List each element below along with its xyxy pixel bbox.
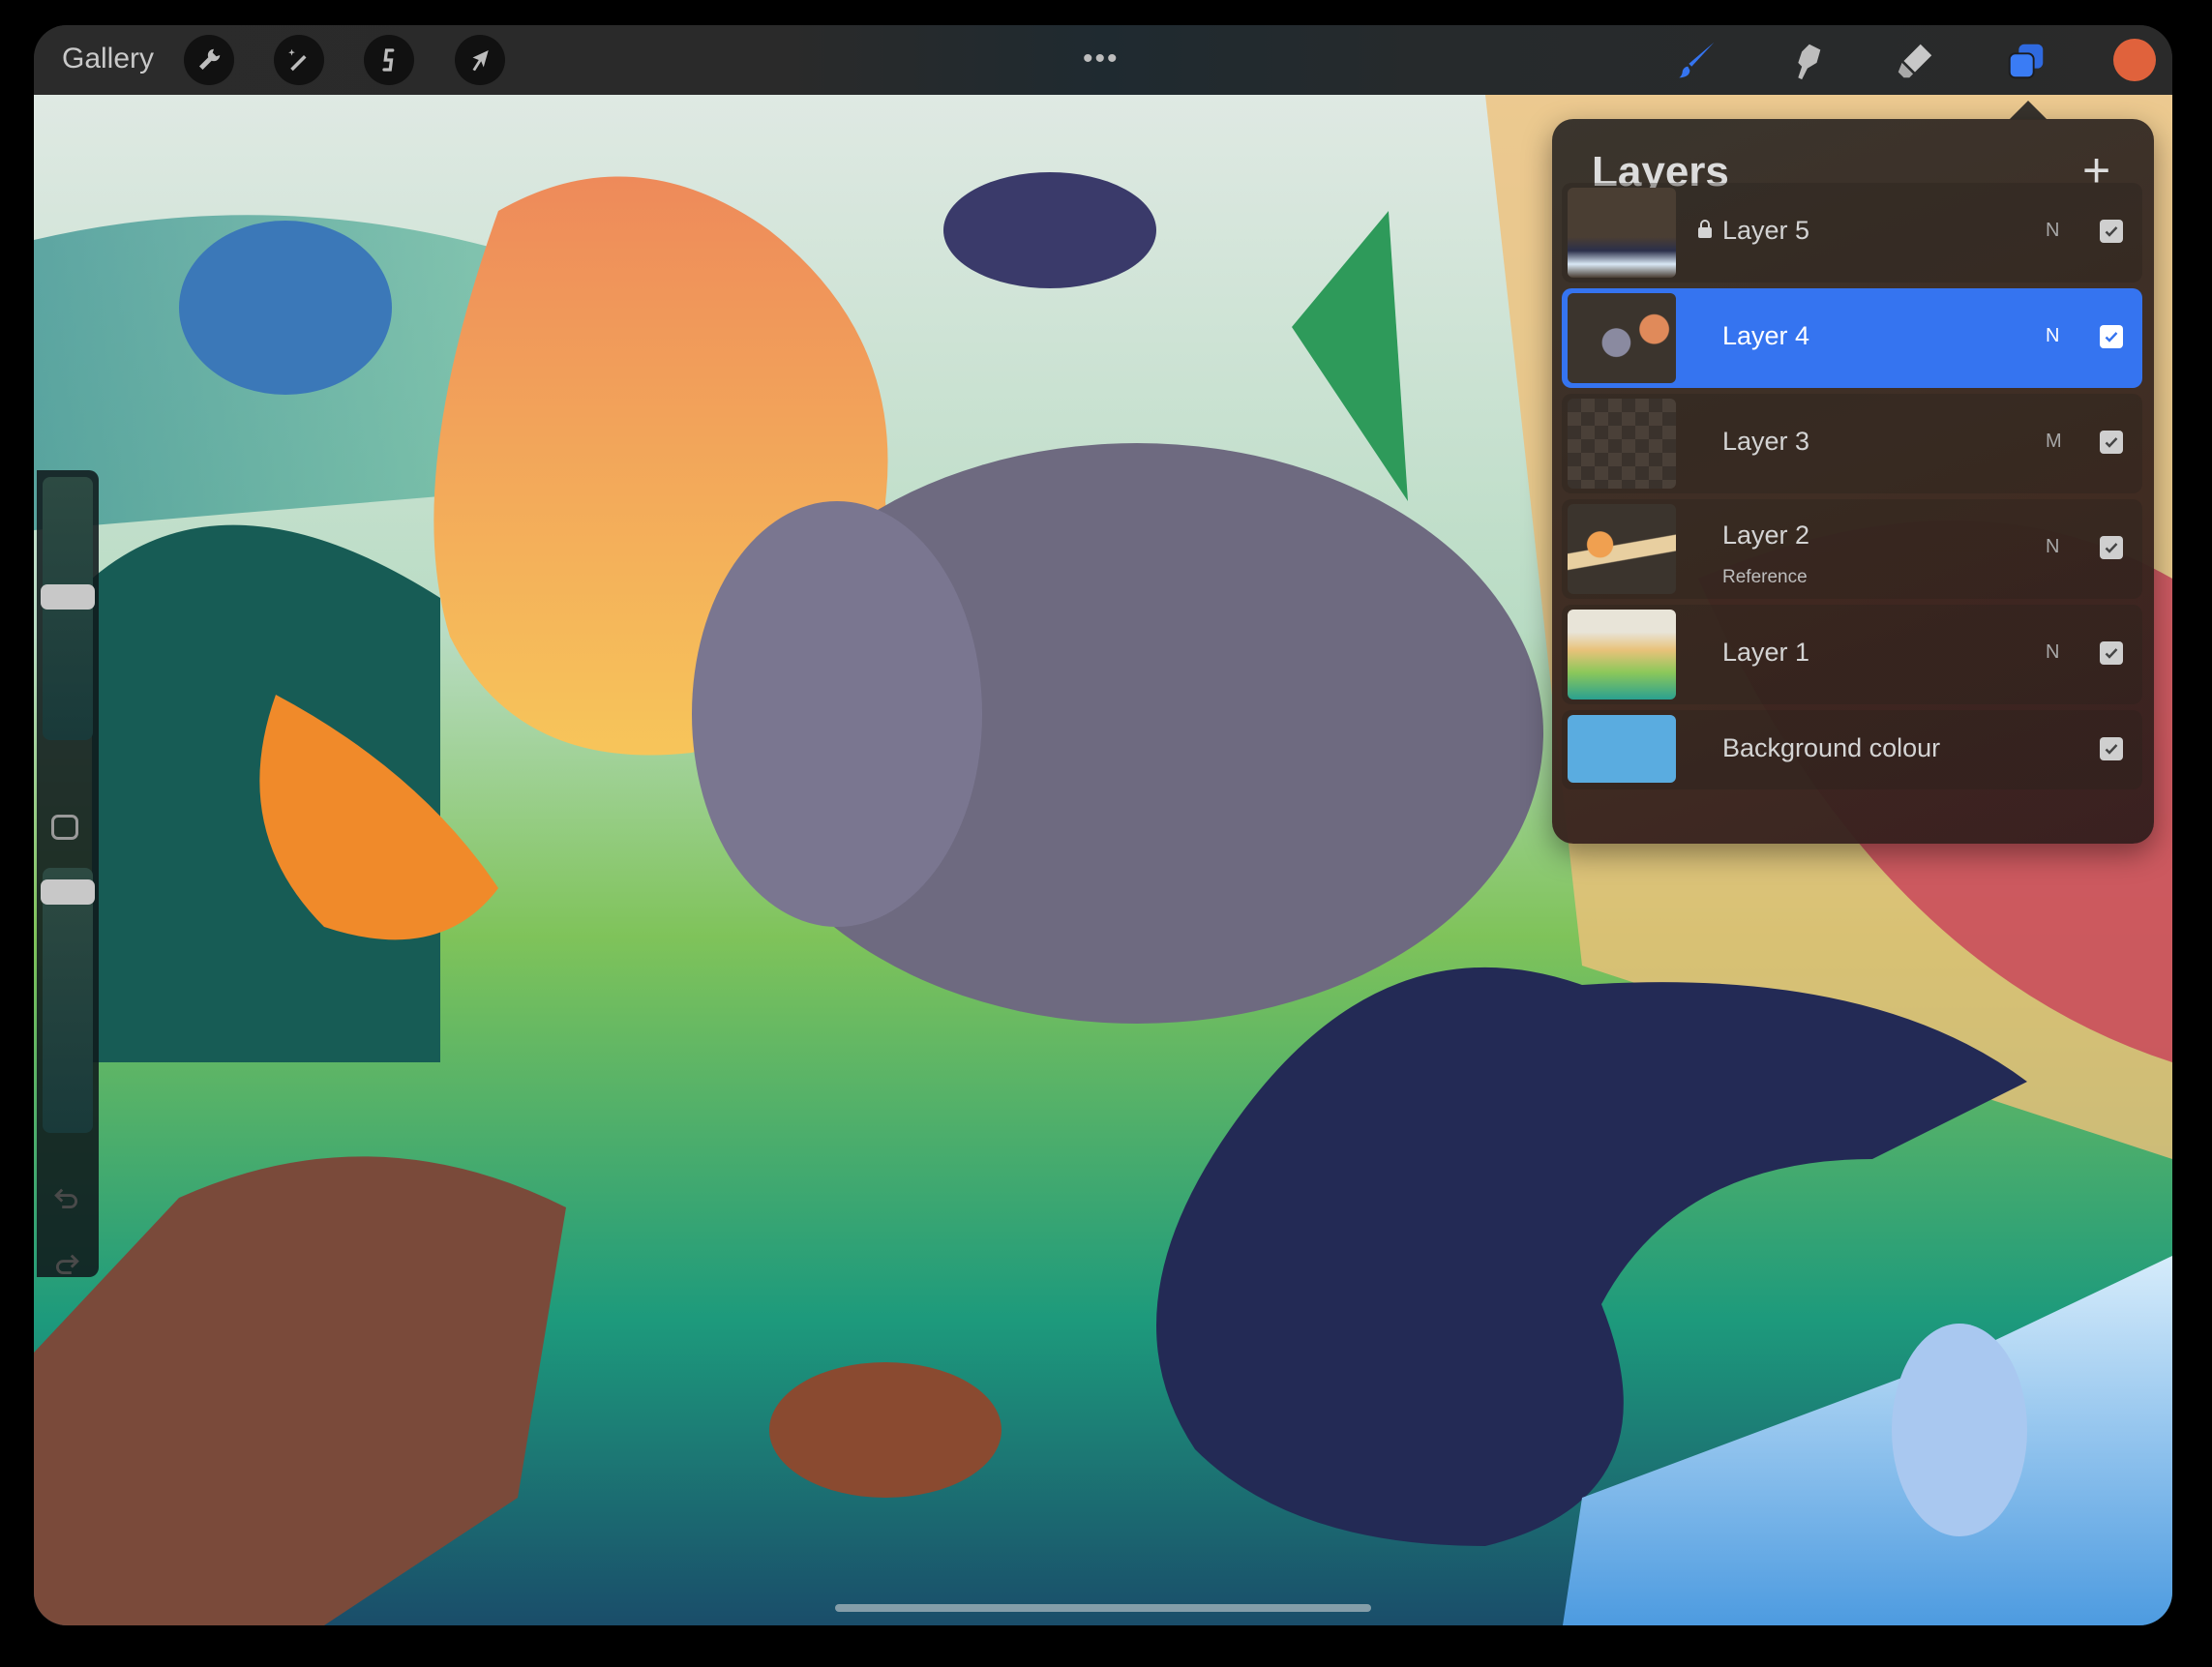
- opacity-handle[interactable]: [41, 879, 95, 906]
- layer-row[interactable]: Layer 5 N: [1562, 183, 2142, 283]
- layer-visibility-checkbox[interactable]: [2100, 536, 2123, 559]
- undo-icon[interactable]: [52, 1186, 81, 1209]
- layer-thumbnail[interactable]: [1568, 293, 1676, 383]
- selection-icon: [382, 48, 395, 72]
- procreate-window: Gallery ••• Layers + Layer 5 N Layer 4 N…: [34, 25, 2172, 1625]
- home-indicator[interactable]: [835, 1604, 1371, 1612]
- lock-icon: [1698, 220, 1712, 238]
- layer-visibility-checkbox[interactable]: [2100, 737, 2123, 760]
- eraser-icon: [1898, 44, 1932, 78]
- layer-thumbnail[interactable]: [1568, 504, 1676, 594]
- checkmark-icon: [2105, 332, 2118, 342]
- gallery-button[interactable]: Gallery: [62, 43, 154, 75]
- brush-button[interactable]: [1673, 37, 1721, 85]
- layer-thumbnail[interactable]: [1568, 188, 1676, 278]
- checkmark-icon: [2105, 744, 2118, 755]
- layers-button[interactable]: [2002, 37, 2050, 85]
- layer-name: Layer 1: [1722, 638, 1810, 667]
- adjustments-button[interactable]: [274, 35, 324, 85]
- layer-row[interactable]: Layer 2 Reference N: [1562, 499, 2142, 599]
- checkmark-icon: [2105, 226, 2118, 237]
- panel-pointer: [2009, 101, 2048, 120]
- layer-name: Layer 3: [1722, 427, 1810, 456]
- selection-button[interactable]: [364, 35, 414, 85]
- layer-thumbnail[interactable]: [1568, 610, 1676, 700]
- smudge-button[interactable]: [1781, 37, 1830, 85]
- brush-icon: [1678, 42, 1715, 78]
- layer-visibility-checkbox[interactable]: [2100, 641, 2123, 665]
- layer-visibility-checkbox[interactable]: [2100, 325, 2123, 348]
- background-colour-row[interactable]: Background colour: [1562, 710, 2142, 789]
- checkmark-icon: [2105, 543, 2118, 553]
- layer-thumbnail[interactable]: [1568, 399, 1676, 489]
- eraser-button[interactable]: [1891, 37, 1939, 85]
- color-picker-button[interactable]: [2113, 39, 2156, 81]
- layer-row[interactable]: Layer 3 M: [1562, 394, 2142, 493]
- layer-name: Background colour: [1722, 733, 1941, 762]
- layer-name: Layer 2: [1722, 521, 1810, 550]
- redo-icon[interactable]: [52, 1252, 81, 1275]
- magic-wand-icon: [288, 48, 307, 72]
- opacity-slider[interactable]: [41, 868, 95, 1133]
- layer-name: Layer 4: [1722, 321, 1810, 350]
- left-sidebar: [37, 470, 99, 1277]
- brush-size-slider[interactable]: [41, 477, 95, 740]
- layer-row[interactable]: Layer 1 N: [1562, 605, 2142, 704]
- layer-row[interactable]: Layer 4 N: [1562, 288, 2142, 388]
- blend-mode-button[interactable]: N: [2046, 325, 2059, 347]
- blend-mode-button[interactable]: N: [2046, 641, 2059, 664]
- checkmark-icon: [2105, 648, 2118, 659]
- layers-icon: [2008, 44, 2044, 79]
- top-toolbar: Gallery •••: [34, 25, 2172, 95]
- layer-visibility-checkbox[interactable]: [2100, 220, 2123, 243]
- actions-button[interactable]: [184, 35, 234, 85]
- layers-panel: Layers + Layer 5 N Layer 4 N Layer 3 M Layer 2…: [1552, 119, 2154, 844]
- background-colour-swatch[interactable]: [1568, 715, 1676, 783]
- layer-name: Layer 5: [1722, 216, 1810, 245]
- modify-square-button[interactable]: [51, 815, 78, 840]
- layer-subtitle: Reference: [1722, 567, 1808, 587]
- brush-size-handle[interactable]: [41, 583, 95, 610]
- checkmark-icon: [2105, 437, 2118, 448]
- blend-mode-button[interactable]: N: [2046, 536, 2059, 558]
- smudge-icon: [1798, 44, 1821, 80]
- blend-mode-button[interactable]: N: [2046, 220, 2059, 242]
- wrench-icon: [199, 48, 221, 70]
- transform-button[interactable]: [455, 35, 505, 85]
- blend-mode-button[interactable]: M: [2046, 431, 2062, 453]
- layer-visibility-checkbox[interactable]: [2100, 431, 2123, 454]
- more-options-button[interactable]: •••: [1083, 43, 1120, 75]
- transform-arrow-icon: [472, 50, 489, 72]
